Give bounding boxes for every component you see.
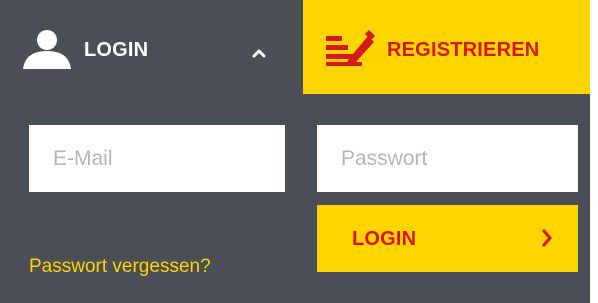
login-panel: LOGIN REGISTRIEREN LOGIN Passwort verges… (0, 0, 590, 303)
edit-icon (326, 30, 375, 66)
user-icon (23, 30, 71, 69)
chevron-right-icon (542, 229, 552, 247)
login-button-label: LOGIN (352, 228, 417, 250)
tab-register[interactable]: REGISTRIEREN (303, 0, 590, 94)
chevron-up-icon[interactable] (252, 48, 266, 58)
forgot-password-link[interactable]: Passwort vergessen? (29, 255, 211, 279)
tab-login[interactable]: LOGIN (0, 0, 303, 94)
tab-login-label: LOGIN (84, 39, 149, 61)
email-field[interactable] (29, 125, 285, 192)
tab-register-label: REGISTRIEREN (387, 39, 540, 61)
password-field[interactable] (317, 125, 578, 192)
login-button[interactable]: LOGIN (317, 205, 578, 272)
